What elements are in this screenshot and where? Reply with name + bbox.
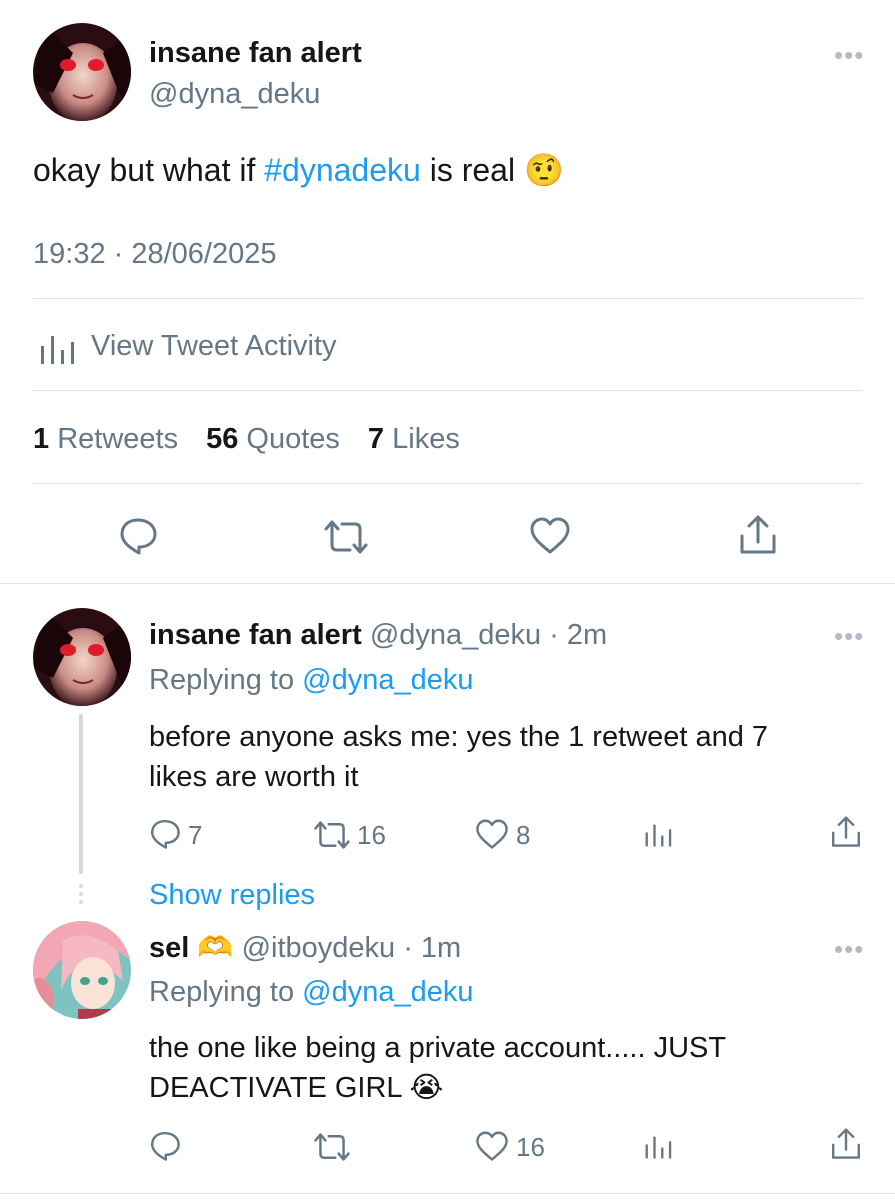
retweet-count: 16 [357, 820, 386, 850]
timestamp[interactable]: 19:32 · 28/06/2025 [33, 238, 276, 271]
reply-text-part: DEACTIVATE GIRL [149, 1072, 402, 1104]
reply-time: · 2m [549, 619, 608, 651]
share-icon[interactable] [830, 1127, 862, 1161]
reply-text-line: the one like being a private account....… [149, 1032, 727, 1064]
replying-to: Replying to @dyna_deku [149, 976, 474, 1009]
divider [0, 583, 895, 584]
author-handle[interactable]: @dyna_deku [370, 619, 541, 651]
likes-count: 7 [367, 423, 385, 455]
reply-time: · 1m [403, 932, 462, 964]
reply-icon[interactable] [118, 517, 158, 555]
likes-stat[interactable]: 7 Likes [368, 423, 460, 455]
divider [33, 390, 862, 391]
reply-text-line: before anyone asks me: yes the 1 retweet… [149, 721, 769, 753]
retweet-icon[interactable] [313, 1132, 351, 1162]
like-icon[interactable] [475, 1131, 509, 1162]
reply-icon[interactable] [149, 1130, 181, 1162]
retweets-label: Retweets [57, 423, 179, 455]
author-name[interactable]: insane fan alert [149, 37, 362, 70]
author-name[interactable]: sel [149, 932, 189, 964]
activity-icon[interactable] [644, 1133, 672, 1159]
hashtag-link[interactable]: #dynadeku [264, 152, 421, 188]
view-activity-row[interactable]: View Tweet Activity [33, 318, 533, 378]
replying-to: Replying to @dyna_deku [149, 664, 474, 697]
reply-text: before anyone asks me: yes the 1 retweet… [149, 717, 768, 797]
avatar[interactable] [33, 608, 131, 706]
heart-hands-emoji: 🫶 [197, 932, 234, 964]
like-icon[interactable] [475, 819, 509, 850]
replying-to-label: Replying to [149, 976, 295, 1008]
divider [33, 483, 862, 484]
likes-label: Likes [392, 423, 460, 455]
reply-text-line-2: DEACTIVATE GIRL 😭 [149, 1068, 726, 1108]
quotes-label: Quotes [246, 423, 340, 455]
author-handle[interactable]: @itboydeku [242, 932, 396, 964]
quotes-stat[interactable]: 56 Quotes [206, 423, 340, 455]
retweets-count: 1 [33, 423, 50, 455]
divider [0, 1193, 895, 1194]
replying-to-label: Replying to [149, 664, 295, 696]
reply-text-line: likes are worth it [149, 761, 359, 793]
tweet-text-prefix: okay but what if [33, 152, 265, 188]
retweet-icon[interactable] [313, 820, 351, 850]
avatar[interactable] [33, 921, 131, 1019]
view-activity-label: View Tweet Activity [91, 330, 337, 362]
share-icon[interactable] [830, 815, 862, 849]
reply-count: 7 [188, 820, 203, 850]
reply-header: sel 🫶 @itboydeku · 1m [149, 931, 461, 965]
show-replies-link[interactable]: Show replies [149, 879, 315, 912]
share-icon[interactable] [738, 514, 778, 556]
thread-line [79, 714, 83, 874]
author-name[interactable]: insane fan alert [149, 619, 362, 651]
more-icon[interactable]: ••• [834, 621, 864, 652]
reply-header: insane fan alert @dyna_deku · 2m [149, 619, 607, 652]
crying-emoji: 😭 [409, 1072, 444, 1104]
reply-text: the one like being a private account....… [149, 1028, 726, 1108]
quotes-count: 56 [206, 423, 239, 455]
like-icon[interactable] [529, 517, 571, 555]
thread-dots [79, 884, 83, 904]
like-count: 8 [516, 820, 531, 850]
retweet-icon[interactable] [323, 519, 369, 555]
divider [33, 298, 862, 299]
avatar[interactable] [33, 23, 131, 121]
author-handle[interactable]: @dyna_deku [149, 78, 320, 111]
like-count: 16 [516, 1132, 545, 1162]
tweet-text-suffix: is real [420, 152, 516, 188]
activity-icon[interactable] [644, 821, 672, 847]
replying-to-handle[interactable]: @dyna_deku [302, 664, 473, 696]
retweets-stat[interactable]: 1 Retweets [33, 423, 178, 455]
reply-icon[interactable] [149, 818, 181, 850]
replying-to-handle[interactable]: @dyna_deku [302, 976, 473, 1008]
tweet-text: okay but what if #dynadeku is real 🤨 [33, 151, 564, 189]
more-icon[interactable]: ••• [834, 40, 864, 71]
activity-icon [39, 332, 75, 364]
more-icon[interactable]: ••• [834, 934, 864, 965]
raised-eyebrow-emoji: 🤨 [523, 152, 564, 188]
tweet-stats: 1 Retweets 56 Quotes 7 Likes [33, 423, 460, 456]
